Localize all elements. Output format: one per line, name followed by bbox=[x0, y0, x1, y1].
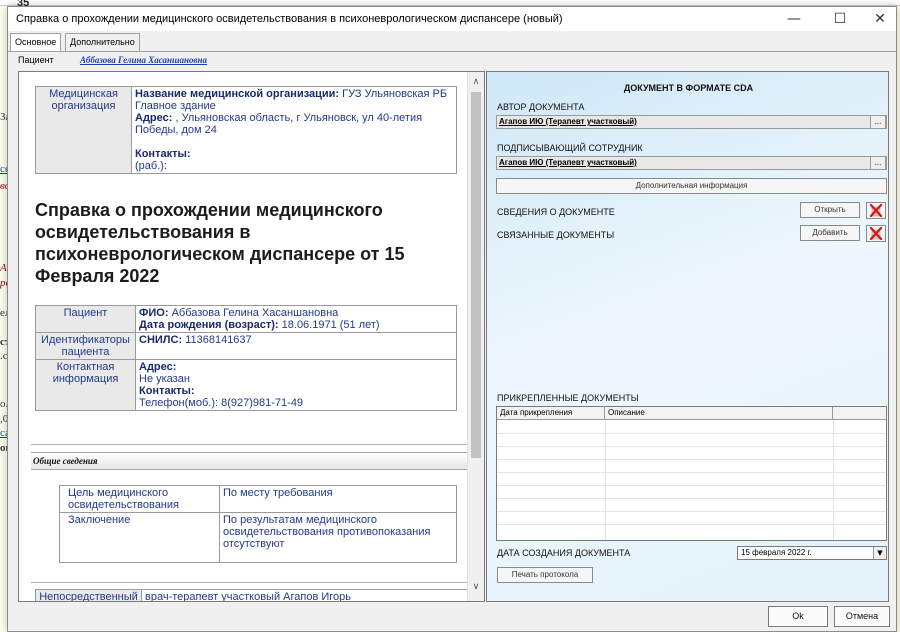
table-row bbox=[497, 446, 886, 447]
attached-docs-table[interactable]: Дата прикрепления Описание bbox=[496, 406, 887, 541]
general-table: Цель медицинского освидетельствования По… bbox=[59, 485, 457, 563]
tab-main[interactable]: Основное bbox=[10, 33, 62, 52]
scroll-up-icon[interactable]: ∧ bbox=[468, 74, 484, 90]
scroll-thumb[interactable] bbox=[471, 92, 481, 458]
attached-table-header: Дата прикрепления Описание bbox=[497, 407, 886, 420]
col-extra-header[interactable] bbox=[833, 407, 886, 420]
direct-value-cell: врач-терапевт участковый Агапов Игорь bbox=[141, 589, 469, 601]
snils-label: СНИЛС: bbox=[139, 334, 183, 346]
attached-docs-label: ПРИКРЕПЛЕННЫЕ ДОКУМЕНТЫ bbox=[497, 393, 639, 403]
delete-icon bbox=[869, 227, 883, 240]
maximize-icon[interactable]: ☐ bbox=[820, 7, 860, 31]
dialog-title: Справка о прохождении медицинского освид… bbox=[16, 13, 563, 25]
minimize-icon[interactable]: — bbox=[774, 7, 814, 31]
print-protocol-button[interactable]: Печать протокола bbox=[497, 567, 593, 583]
org-contacts: (раб.): bbox=[135, 160, 167, 172]
extra-info-button[interactable]: Дополнительная информация bbox=[496, 178, 887, 194]
related-docs-label: СВЯЗАННЫЕ ДОКУМЕНТЫ bbox=[497, 230, 615, 240]
table-column-line bbox=[605, 420, 606, 540]
signer-field[interactable]: Агапов ИЮ (Терапевт участковый) ... bbox=[496, 156, 887, 170]
patient-table: Пациент ФИО: Аббазова Гелина Хасаншановн… bbox=[35, 305, 457, 411]
table-row bbox=[497, 511, 886, 512]
fio-value: Аббазова Гелина Хасаншановна bbox=[168, 307, 339, 319]
snils-value: 11368141637 bbox=[182, 334, 252, 346]
scroll-down-icon[interactable]: ∨ bbox=[468, 579, 484, 595]
col-desc-header[interactable]: Описание bbox=[605, 407, 833, 420]
doc-info-label: СВЕДЕНИЯ О ДОКУМЕНТЕ bbox=[497, 207, 615, 217]
col-date-header[interactable]: Дата прикрепления bbox=[497, 407, 605, 420]
org-label-cell: Медицинская организация bbox=[35, 86, 132, 174]
direct-label-cell: Непосредственный bbox=[35, 589, 142, 601]
org-contacts-label: Контакты: bbox=[135, 148, 191, 160]
document-scrollbar[interactable]: ∧ ∨ bbox=[467, 72, 484, 601]
signer-value: Агапов ИЮ (Терапевт участковый) bbox=[499, 158, 637, 167]
org-name-label: Название медицинской организации: bbox=[135, 88, 340, 100]
created-date-label: ДАТА СОЗДАНИЯ ДОКУМЕНТА bbox=[497, 548, 631, 558]
section-divider bbox=[31, 582, 469, 583]
dob-label: Дата рождения (возраст): bbox=[139, 319, 279, 331]
dialog-titlebar: Справка о прохождении медицинского освид… bbox=[8, 7, 896, 31]
purpose-label-cell: Цель медицинского освидетельствования bbox=[59, 485, 220, 513]
ok-button[interactable]: Ok bbox=[768, 606, 828, 627]
table-row bbox=[497, 498, 886, 499]
delete-related-icon[interactable] bbox=[866, 225, 886, 242]
signer-label: ПОДПИСЫВАЮЩИЙ СОТРУДНИК bbox=[497, 143, 643, 153]
patient-name-link[interactable]: Аббазова Гелина Хасаншановна bbox=[80, 55, 207, 65]
address-label: Адрес: bbox=[139, 361, 177, 373]
chevron-down-icon[interactable]: ▼ bbox=[873, 547, 886, 559]
background-fragment: А bbox=[0, 262, 7, 274]
org-address-label: Адрес: bbox=[135, 112, 173, 124]
section-divider bbox=[31, 444, 469, 445]
patient-info-cell: ФИО: Аббазова Гелина Хасаншановна Дата р… bbox=[135, 305, 457, 333]
organization-table: Медицинская организация Название медицин… bbox=[35, 86, 457, 174]
table-column-line bbox=[833, 420, 834, 540]
contact-label-cell: Контактная информация bbox=[35, 359, 136, 411]
doctor-table: Непосредственный врач-терапевт участковы… bbox=[35, 589, 469, 601]
add-button[interactable]: Добавить bbox=[800, 225, 860, 241]
author-label: АВТОР ДОКУМЕНТА bbox=[497, 102, 585, 112]
contacts-label: Контакты: bbox=[139, 385, 195, 397]
delete-doc-info-icon[interactable] bbox=[866, 202, 886, 219]
open-button[interactable]: Открыть bbox=[800, 202, 860, 218]
table-row bbox=[497, 433, 886, 434]
dob-value: 18.06.1971 (51 лет) bbox=[278, 319, 380, 331]
address-value: Не указан bbox=[139, 373, 190, 385]
table-row bbox=[497, 524, 886, 525]
table-row bbox=[497, 472, 886, 473]
fio-label: ФИО: bbox=[139, 307, 169, 319]
purpose-value-cell: По месту требования bbox=[219, 485, 457, 513]
author-value: Агапов ИЮ (Терапевт участковый) bbox=[499, 117, 637, 126]
tab-divider bbox=[8, 51, 896, 52]
conclusion-label-cell: Заключение bbox=[59, 512, 220, 563]
document-heading: Справка о прохождении медицинского освид… bbox=[35, 200, 405, 286]
cancel-button[interactable]: Отмена bbox=[834, 606, 890, 627]
created-date-value: 15 февраля 2022 г. bbox=[741, 548, 812, 557]
ids-info-cell: СНИЛС: 11368141637 bbox=[135, 332, 457, 360]
signer-select-button[interactable]: ... bbox=[870, 156, 886, 170]
phone-value: Телефон(моб.): 8(927)981-71-49 bbox=[139, 397, 304, 409]
contact-info-cell: Адрес: Не указан Контакты: Телефон(моб.)… bbox=[135, 359, 457, 411]
cda-panel: ДОКУМЕНТ В ФОРМАТЕ CDA АВТОР ДОКУМЕНТА А… bbox=[486, 71, 889, 602]
close-icon[interactable]: ✕ bbox=[860, 7, 900, 31]
org-info-cell: Название медицинской организации: ГУЗ Ул… bbox=[131, 86, 457, 174]
ids-label-cell: Идентификаторы пациента bbox=[35, 332, 136, 360]
org-address: , Ульяновская область, г Ульяновск, ул 4… bbox=[135, 112, 423, 136]
author-select-button[interactable]: ... bbox=[870, 115, 886, 129]
certificate-dialog: Справка о прохождении медицинского освид… bbox=[7, 6, 897, 632]
table-row bbox=[497, 459, 886, 460]
conclusion-value-cell: По результатам медицинского освидетельст… bbox=[219, 512, 457, 563]
cda-heading: ДОКУМЕНТ В ФОРМАТЕ CDA bbox=[623, 83, 754, 93]
general-section-title: Общие сведения bbox=[33, 456, 98, 466]
delete-icon bbox=[869, 204, 883, 217]
patient-label-cell: Пациент bbox=[35, 305, 136, 333]
created-date-select[interactable]: 15 февраля 2022 г. ▼ bbox=[737, 546, 887, 560]
document-preview[interactable]: Медицинская организация Название медицин… bbox=[18, 71, 485, 602]
patient-label: Пациент bbox=[18, 55, 54, 65]
table-row bbox=[497, 485, 886, 486]
author-field[interactable]: Агапов ИЮ (Терапевт участковый) ... bbox=[496, 115, 887, 129]
tab-additional[interactable]: Дополнительно bbox=[65, 33, 140, 51]
